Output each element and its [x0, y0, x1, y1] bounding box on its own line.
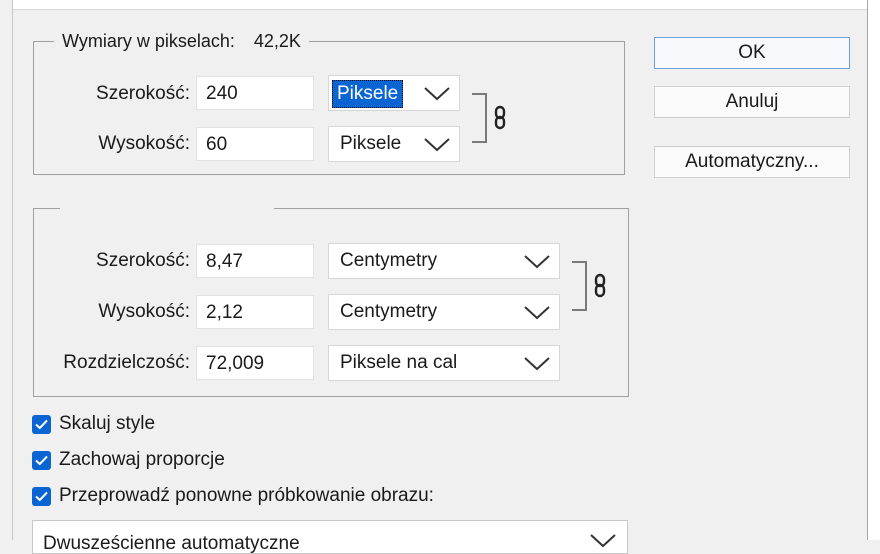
doc-link-chain-icon[interactable] — [570, 260, 614, 314]
pixel-width-unit-value: Piksele — [332, 80, 404, 108]
pixel-dimensions-label: Wymiary w pikselach: — [62, 31, 235, 51]
doc-width-label: Szerokość: — [50, 244, 190, 278]
resolution-input[interactable]: 72,009 — [196, 346, 314, 380]
resample-method-select[interactable]: Dwusześcienne automatyczne — [32, 520, 628, 554]
document-size-legend-gap — [60, 200, 274, 214]
auto-button[interactable]: Automatyczny... — [654, 146, 850, 178]
resolution-label: Rozdzielczość: — [50, 346, 190, 380]
window-left-edge — [0, 0, 13, 540]
doc-width-unit-select[interactable]: Centymetry — [328, 243, 560, 279]
resample-label: Przeprowadź ponowne próbkowanie obrazu: — [59, 485, 434, 506]
pixel-width-unit-select[interactable]: Piksele — [328, 75, 460, 111]
ok-button[interactable]: OK — [654, 37, 850, 69]
doc-height-unit-value: Centymetry — [340, 301, 438, 322]
pixel-height-unit-value: Piksele — [340, 133, 402, 154]
pixel-height-label-text: Wysokość: — [98, 133, 190, 154]
scale-styles-checkbox[interactable]: Skaluj style — [32, 413, 155, 435]
cancel-button[interactable]: Anuluj — [654, 86, 850, 118]
resample-checkbox[interactable]: Przeprowadź ponowne próbkowanie obrazu: — [32, 485, 434, 507]
pixel-height-label: Wysokość: — [60, 127, 190, 161]
doc-width-input[interactable]: 8,47 — [196, 244, 314, 278]
scale-styles-label: Skaluj style — [59, 413, 156, 434]
checkmark-icon[interactable] — [32, 450, 51, 470]
chevron-down-icon — [524, 306, 550, 320]
resolution-label-text: Rozdzielczość: — [63, 352, 190, 373]
title-bar-edge — [0, 0, 880, 10]
pixel-height-input[interactable]: 60 — [196, 127, 314, 161]
checkmark-icon[interactable] — [32, 486, 51, 506]
doc-width-unit-value: Centymetry — [340, 250, 438, 271]
pixel-link-chain-icon[interactable] — [470, 92, 514, 146]
chevron-down-icon — [524, 255, 550, 269]
constrain-proportions-checkbox[interactable]: Zachowaj proporcje — [32, 449, 225, 471]
doc-height-unit-select[interactable]: Centymetry — [328, 294, 560, 330]
pixel-width-label: Szerokość: — [60, 77, 190, 111]
pixel-height-unit-select[interactable]: Piksele — [328, 126, 460, 162]
pixel-dimensions-legend: Wymiary w pikselach: 42,2K — [54, 30, 309, 52]
pixel-dimensions-size: 42,2K — [253, 31, 301, 51]
window-right-edge — [867, 0, 880, 540]
resolution-unit-select[interactable]: Piksele na cal — [328, 345, 560, 381]
constrain-proportions-label: Zachowaj proporcje — [59, 449, 225, 470]
chevron-down-icon — [590, 534, 616, 548]
chevron-down-icon — [424, 138, 450, 152]
doc-height-label: Wysokość: — [50, 295, 190, 329]
chevron-down-icon — [524, 357, 550, 371]
resolution-unit-value: Piksele na cal — [340, 352, 458, 373]
doc-height-label-text: Wysokość: — [98, 301, 190, 322]
pixel-width-label-text: Szerokość: — [96, 83, 190, 104]
doc-height-input[interactable]: 2,12 — [196, 295, 314, 329]
doc-width-label-text: Szerokość: — [96, 250, 190, 271]
chevron-down-icon — [424, 87, 450, 101]
resample-method-value: Dwusześcienne automatyczne — [43, 533, 300, 554]
pixel-width-input[interactable]: 240 — [196, 76, 314, 110]
checkmark-icon[interactable] — [32, 414, 51, 434]
